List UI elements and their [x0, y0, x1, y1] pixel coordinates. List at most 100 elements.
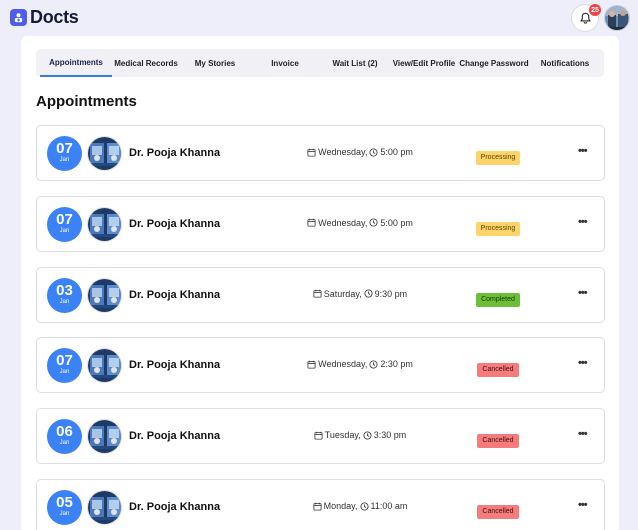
doctor-name[interactable]: Dr. Pooja Khanna	[129, 289, 220, 301]
more-options-icon[interactable]: •••	[578, 287, 588, 299]
more-options-icon[interactable]: •••	[578, 428, 588, 440]
more-options-icon[interactable]: •••	[578, 499, 588, 511]
user-avatar[interactable]	[604, 5, 630, 31]
appointment-card[interactable]: 03 Jan Dr. Pooja Khanna Saturday, 9:30 p…	[36, 266, 605, 323]
appointment-day: 07	[56, 140, 73, 157]
appointment-clock-time: 2:30 pm	[380, 359, 413, 370]
clock-icon	[359, 501, 369, 511]
appointment-weekday: Tuesday,	[324, 430, 361, 441]
status-cell: Processing	[458, 146, 538, 165]
brand-name: Docts	[30, 7, 79, 27]
status-badge: Completed	[476, 292, 520, 307]
appointment-weekday: Wednesday,	[318, 359, 368, 370]
appointment-time: Wednesday, 5:00 pm	[270, 218, 450, 228]
appointment-card[interactable]: 07 Jan Dr. Pooja Khanna Wedn	[36, 337, 605, 394]
tab-invoice[interactable]: Invoice	[250, 49, 320, 77]
doctor-avatar	[87, 419, 122, 455]
status-cell: Cancelled	[458, 358, 538, 378]
status-cell: Cancelled	[458, 429, 538, 449]
calendar-icon	[313, 289, 322, 298]
appointment-day: 07	[56, 352, 73, 370]
clock-icon	[364, 289, 373, 298]
top-bar: Docts 25	[0, 0, 638, 36]
date-badge: 07 Jan	[47, 348, 82, 384]
doctor-avatar	[87, 490, 122, 525]
appointment-month: Jan	[59, 440, 70, 447]
appointment-clock-time: 3:30 pm	[373, 430, 407, 441]
clock-icon	[369, 360, 378, 369]
appointment-time: Saturday, 9:30 pm	[270, 289, 450, 299]
appointment-month: Jan	[59, 298, 70, 305]
doctor-avatar	[87, 136, 122, 171]
appointment-clock-time: 5:00 pm	[380, 217, 413, 228]
appointment-card[interactable]: 05 Jan Dr. Pooja Khanna Monday, 11:00 am…	[36, 479, 605, 530]
brand-logo[interactable]: Docts	[10, 7, 79, 28]
appointment-clock-time: 5:00 pm	[380, 147, 413, 157]
status-badge: Cancelled	[477, 505, 519, 519]
date-badge: 06 Jan	[47, 419, 82, 455]
doctor-name[interactable]: Dr. Pooja Khanna	[129, 218, 220, 230]
doctor-avatar	[87, 206, 122, 242]
doctor-avatar	[87, 348, 122, 384]
appointment-card[interactable]: 07 Jan Dr. Pooja Khanna Wedn	[36, 125, 605, 181]
clock-icon	[369, 218, 378, 227]
status-cell: Completed	[458, 288, 538, 307]
notifications-button[interactable]: 25	[571, 4, 601, 32]
more-options-icon[interactable]: •••	[578, 216, 588, 228]
date-badge: 05 Jan	[47, 490, 82, 525]
appointment-weekday: Wednesday,	[318, 147, 368, 157]
tab-notifications[interactable]: Notifications	[530, 49, 600, 77]
appointment-day: 06	[56, 423, 73, 441]
notification-count-badge: 25	[589, 4, 601, 16]
status-cell: Cancelled	[458, 500, 538, 519]
status-badge: Cancelled	[477, 434, 519, 449]
appointment-month: Jan	[59, 227, 70, 234]
doctor-name[interactable]: Dr. Pooja Khanna	[129, 147, 220, 159]
doctor-avatar	[87, 277, 122, 313]
doctor-name[interactable]: Dr. Pooja Khanna	[129, 430, 220, 442]
content-card: Appointments Medical Records My Stories …	[21, 36, 619, 530]
appointment-card[interactable]: 07 Jan Dr. Pooja Khanna Wedn	[36, 195, 605, 252]
tab-medical-records[interactable]: Medical Records	[112, 49, 180, 77]
appointment-time: Wednesday, 2:30 pm	[270, 359, 450, 369]
tab-bar: Appointments Medical Records My Stories …	[36, 49, 604, 77]
doctor-name[interactable]: Dr. Pooja Khanna	[129, 359, 220, 371]
appointment-time: Tuesday, 3:30 pm	[270, 430, 450, 440]
calendar-icon	[314, 431, 323, 440]
appointment-clock-time: 11:00 am	[370, 501, 408, 511]
page-title: Appointments	[36, 93, 137, 110]
appointment-clock-time: 9:30 pm	[374, 288, 408, 299]
doctor-name[interactable]: Dr. Pooja Khanna	[129, 501, 220, 513]
calendar-icon	[307, 360, 316, 369]
tab-wait-list[interactable]: Wait List (2)	[320, 49, 390, 77]
status-badge: Processing	[475, 151, 521, 165]
clock-icon	[363, 431, 372, 440]
appointment-card[interactable]: 06 Jan Dr. Pooja Khanna Tuesday, 3:30 pm…	[36, 408, 605, 465]
appointment-day: 03	[56, 281, 73, 299]
date-badge: 07 Jan	[47, 136, 82, 171]
more-options-icon[interactable]: •••	[578, 145, 588, 157]
calendar-icon	[313, 502, 322, 511]
tab-my-stories[interactable]: My Stories	[180, 49, 250, 77]
status-cell: Processing	[458, 217, 538, 236]
appointment-month: Jan	[59, 369, 70, 376]
appointment-time: Monday, 11:00 am	[270, 501, 450, 511]
appointment-day: 05	[56, 494, 73, 511]
appointment-weekday: Monday,	[323, 501, 358, 511]
status-badge: Cancelled	[477, 363, 519, 378]
appointment-time: Wednesday, 5:00 pm	[270, 147, 450, 157]
tab-appointments[interactable]: Appointments	[40, 49, 112, 77]
clock-icon	[369, 147, 378, 157]
date-badge: 07 Jan	[47, 206, 82, 242]
appointment-day: 07	[56, 210, 73, 228]
tab-view-edit-profile[interactable]: View/Edit Profile	[390, 49, 458, 77]
appointment-month: Jan	[59, 157, 70, 163]
calendar-icon	[307, 148, 316, 157]
more-options-icon[interactable]: •••	[578, 357, 588, 369]
date-badge: 03 Jan	[47, 277, 82, 313]
appointment-weekday: Wednesday,	[318, 217, 368, 228]
appointment-month: Jan	[59, 511, 70, 517]
logo-icon	[10, 9, 27, 26]
tab-change-password[interactable]: Change Password	[458, 49, 530, 77]
status-badge: Processing	[475, 221, 521, 236]
